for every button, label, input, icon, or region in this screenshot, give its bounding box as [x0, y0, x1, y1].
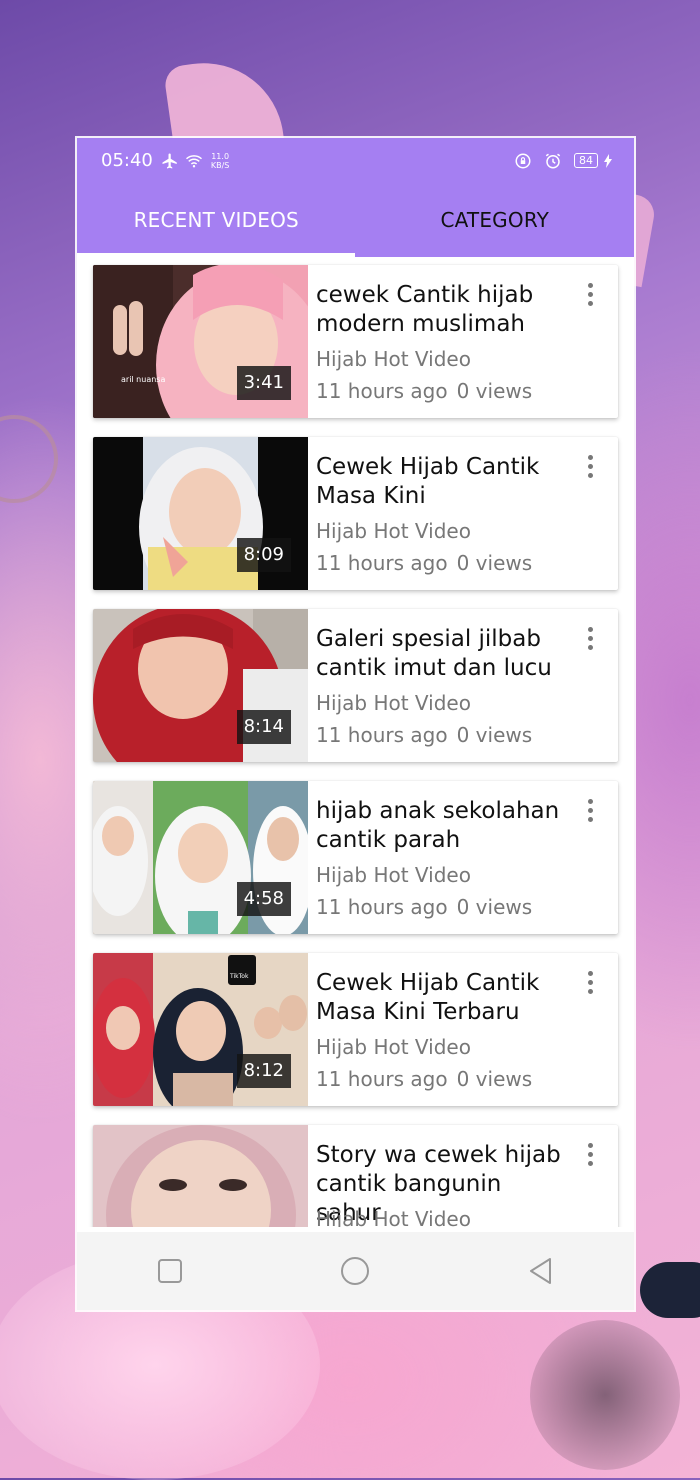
video-thumbnail[interactable]: 4:58	[93, 781, 308, 934]
more-options-icon[interactable]	[584, 1143, 596, 1169]
video-duration: 8:12	[236, 1054, 291, 1088]
battery-level: 84	[574, 153, 598, 168]
phone-screen: 05:40 11.0 KB/S 84 RECENT VIDEOS CATEGORY	[77, 138, 634, 1310]
more-options-icon[interactable]	[584, 283, 596, 309]
video-meta: 11 hours ago 0 views	[316, 723, 533, 747]
video-card[interactable]: 8:14 Galeri spesial jilbab cantik imut d…	[93, 609, 618, 762]
video-list[interactable]: aril nuansa 3:41 cewek Cantik hijab mode…	[77, 257, 634, 1227]
video-meta: 11 hours ago 0 views	[316, 1067, 533, 1091]
tab-bar: RECENT VIDEOS CATEGORY	[77, 183, 634, 257]
video-thumbnail[interactable]: 8:14	[93, 609, 308, 762]
system-nav-bar	[77, 1232, 634, 1310]
video-card[interactable]: TikTok 8:12 Cewek Hijab Cantik Masa Kini…	[93, 953, 618, 1106]
background-decoration	[640, 1262, 700, 1318]
channel-name: Hijab Hot Video	[316, 863, 471, 887]
channel-name: Hijab Hot Video	[316, 1207, 471, 1227]
tab-category[interactable]: CATEGORY	[356, 183, 635, 257]
video-duration: 3:41	[236, 366, 291, 400]
thumbnail-watermark: aril nuansa	[121, 375, 166, 384]
alarm-icon	[545, 153, 561, 168]
video-thumbnail[interactable]: aril nuansa 3:41	[93, 265, 308, 418]
video-duration: 8:09	[236, 538, 291, 572]
video-thumbnail[interactable]: 8:09	[93, 437, 308, 590]
video-title[interactable]: Galeri spesial jilbab cantik imut dan lu…	[316, 625, 571, 683]
video-title[interactable]: cewek Cantik hijab modern muslimah	[316, 281, 571, 339]
recents-square-icon[interactable]	[140, 1241, 200, 1301]
status-time: 05:40	[101, 150, 153, 171]
network-speed: 11.0 KB/S	[210, 151, 230, 170]
video-duration: 4:58	[236, 882, 291, 916]
video-thumbnail[interactable]	[93, 1125, 308, 1227]
back-triangle-icon[interactable]	[511, 1241, 571, 1301]
charging-icon	[604, 153, 612, 168]
video-card[interactable]: 4:58 hijab anak sekolahan cantik parah H…	[93, 781, 618, 934]
video-title[interactable]: Cewek Hijab Cantik Masa Kini Terbaru	[316, 969, 571, 1027]
channel-name: Hijab Hot Video	[316, 691, 471, 715]
channel-name: Hijab Hot Video	[316, 519, 471, 543]
lock-rotation-icon	[515, 153, 531, 168]
channel-name: Hijab Hot Video	[316, 347, 471, 371]
more-options-icon[interactable]	[584, 799, 596, 825]
more-options-icon[interactable]	[584, 971, 596, 997]
video-card[interactable]: Story wa cewek hijab cantik bangunin sah…	[93, 1125, 618, 1227]
background-decoration	[530, 1320, 680, 1470]
background-decoration	[0, 415, 58, 503]
video-card[interactable]: 8:09 Cewek Hijab Cantik Masa Kini Hijab …	[93, 437, 618, 590]
video-meta: 11 hours ago 0 views	[316, 379, 533, 403]
channel-name: Hijab Hot Video	[316, 1035, 471, 1059]
airplane-icon	[162, 153, 177, 168]
video-title[interactable]: Cewek Hijab Cantik Masa Kini	[316, 453, 571, 511]
more-options-icon[interactable]	[584, 627, 596, 653]
video-card[interactable]: aril nuansa 3:41 cewek Cantik hijab mode…	[93, 265, 618, 418]
video-duration: 8:14	[236, 710, 291, 744]
video-meta: 11 hours ago 0 views	[316, 551, 533, 575]
video-meta: 11 hours ago 0 views	[316, 895, 533, 919]
video-thumbnail[interactable]: TikTok 8:12	[93, 953, 308, 1106]
tiktok-badge: TikTok	[230, 973, 249, 980]
home-circle-icon[interactable]	[325, 1241, 385, 1301]
tab-recent-videos[interactable]: RECENT VIDEOS	[77, 183, 356, 257]
thumbnail-image	[93, 1125, 308, 1227]
status-bar: 05:40 11.0 KB/S 84	[77, 138, 634, 183]
video-title[interactable]: hijab anak sekolahan cantik parah	[316, 797, 571, 855]
wifi-icon	[185, 154, 202, 167]
more-options-icon[interactable]	[584, 455, 596, 481]
